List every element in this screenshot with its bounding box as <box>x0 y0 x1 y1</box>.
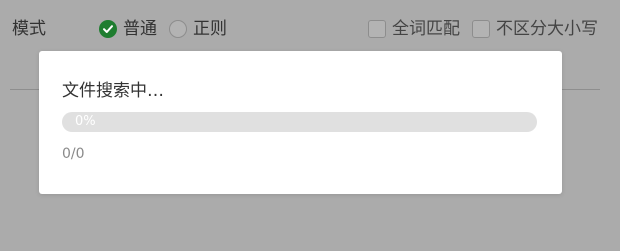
checkbox-unchecked-icon <box>368 20 386 38</box>
search-panel: 模式 普通 正则 全词匹配 不区分大小写 文件搜索中… 0% 0/0 <box>0 0 620 251</box>
dialog-title: 文件搜索中… <box>62 81 164 101</box>
mode-radio-regex-label: 正则 <box>193 19 227 39</box>
ignore-case-checkbox[interactable]: 不区分大小写 <box>472 18 598 40</box>
search-options: 全词匹配 不区分大小写 <box>356 18 598 40</box>
radio-checked-icon <box>99 20 117 38</box>
checkbox-unchecked-icon <box>472 20 490 38</box>
search-progress-dialog: 文件搜索中… 0% 0/0 <box>39 51 562 194</box>
radio-unchecked-icon <box>169 20 187 38</box>
file-count: 0/0 <box>62 146 85 162</box>
mode-radio-normal[interactable]: 普通 <box>99 18 157 40</box>
ignore-case-label: 不区分大小写 <box>496 19 598 39</box>
mode-label: 模式 <box>12 19 46 39</box>
progress-bar: 0% <box>62 112 537 132</box>
mode-radio-normal-label: 普通 <box>123 19 157 39</box>
mode-radio-regex[interactable]: 正则 <box>169 18 227 40</box>
mode-radio-group: 普通 正则 <box>99 18 239 40</box>
whole-word-label: 全词匹配 <box>392 19 460 39</box>
whole-word-checkbox[interactable]: 全词匹配 <box>368 18 460 40</box>
progress-percent: 0% <box>75 114 96 129</box>
